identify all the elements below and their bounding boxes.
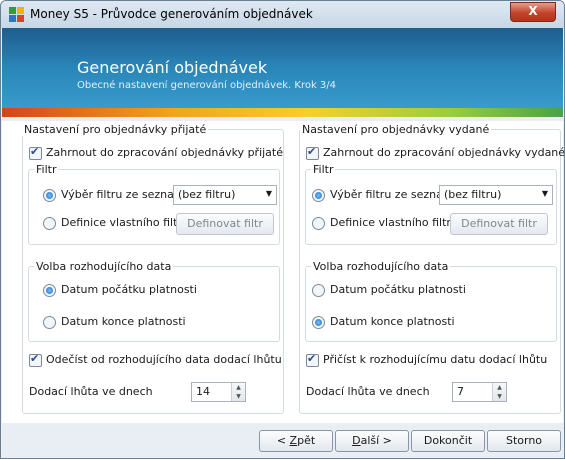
issued-date-group xyxy=(305,266,557,342)
cancel-button[interactable]: Storno xyxy=(487,430,561,452)
window-title: Money S5 - Průvodce generováním objednáv… xyxy=(30,7,313,21)
issued-date-start-radio[interactable] xyxy=(312,284,325,297)
issued-define-filter-button[interactable]: Definovat filtr xyxy=(450,213,548,235)
chevron-down-icon[interactable]: ▼ xyxy=(266,189,272,198)
issued-lead-time-value[interactable]: 7 xyxy=(457,385,464,398)
issued-lead-time-spinner[interactable]: 7 ▲ ▼ xyxy=(452,382,507,402)
issued-date-start-label[interactable]: Datum počátku platnosti xyxy=(330,283,466,296)
back-button[interactable]: < Zpět xyxy=(259,430,333,452)
money-s5-app-icon xyxy=(9,7,24,22)
received-date-start-radio[interactable] xyxy=(43,284,56,297)
received-offset-label[interactable]: Odečíst od rozhodujícího data dodací lhů… xyxy=(46,353,282,366)
include-issued-label[interactable]: Zahrnout do zpracování objednávky vydané xyxy=(323,146,564,159)
issued-offset-checkbox[interactable] xyxy=(306,352,319,367)
close-button[interactable]: X xyxy=(510,2,556,22)
received-orders-group-label: Nastavení pro objednávky přijaté xyxy=(22,123,209,136)
received-lead-time-value[interactable]: 14 xyxy=(196,385,210,398)
received-date-start-label[interactable]: Datum počátku platnosti xyxy=(61,283,197,296)
next-button[interactable]: Další > xyxy=(335,430,409,452)
issued-filter-list-radio[interactable] xyxy=(312,189,325,202)
received-filter-custom-label[interactable]: Definice vlastního filtru xyxy=(61,216,189,229)
received-filter-label: Filtr xyxy=(34,163,59,176)
include-issued-checkbox[interactable] xyxy=(306,145,319,160)
issued-offset-label[interactable]: Přičíst k rozhodujícímu datu dodací lhůt… xyxy=(323,353,547,366)
issued-date-end-radio[interactable] xyxy=(312,316,325,329)
wizard-step-subtitle: Obecné nastavení generování objednávek. … xyxy=(77,80,337,91)
spinner-arrows-icon[interactable]: ▲ ▼ xyxy=(492,383,506,401)
received-date-group-label: Volba rozhodujícího data xyxy=(34,260,174,273)
include-received-label[interactable]: Zahrnout do zpracování objednávky přijat… xyxy=(46,146,283,159)
spinner-arrows-icon[interactable]: ▲ ▼ xyxy=(231,383,245,401)
back-button-rest[interactable]: pět xyxy=(297,434,315,447)
wizard-window: Money S5 - Průvodce generováním objednáv… xyxy=(0,0,565,459)
received-date-end-label[interactable]: Datum konce platnosti xyxy=(61,315,186,328)
issued-lead-time-label: Dodací lhůta ve dnech xyxy=(306,385,430,398)
issued-filter-label: Filtr xyxy=(311,163,336,176)
received-offset-checkbox[interactable] xyxy=(29,352,42,367)
chevron-down-icon[interactable]: ▼ xyxy=(542,189,548,198)
received-date-group xyxy=(28,266,280,342)
received-filter-list-radio[interactable] xyxy=(43,189,56,202)
received-date-end-radio[interactable] xyxy=(43,316,56,329)
wizard-header: Generování objednávek Obecné nastavení g… xyxy=(2,28,563,117)
title-bar: Money S5 - Průvodce generováním objednáv… xyxy=(1,1,564,28)
next-button-rest[interactable]: alší > xyxy=(361,434,392,447)
received-lead-time-label: Dodací lhůta ve dnech xyxy=(29,385,153,398)
issued-filter-select-value[interactable]: (bez filtru) xyxy=(444,188,501,201)
received-filter-select[interactable]: (bez filtru) ▼ xyxy=(173,185,277,205)
received-filter-custom-radio[interactable] xyxy=(43,217,56,230)
received-define-filter-button[interactable]: Definovat filtr xyxy=(176,213,274,235)
wizard-content: Nastavení pro objednávky přijaté Zahrnou… xyxy=(2,121,564,423)
issued-filter-select[interactable]: (bez filtru) ▼ xyxy=(439,185,553,205)
issued-date-end-label[interactable]: Datum konce platnosti xyxy=(330,315,455,328)
next-button-accesskey[interactable]: D xyxy=(352,434,360,447)
wizard-title: Generování objednávek xyxy=(77,58,268,77)
wizard-footer: < Zpět Další > Dokončit Storno xyxy=(2,423,563,458)
include-received-checkbox[interactable] xyxy=(29,145,42,160)
issued-date-group-label: Volba rozhodujícího data xyxy=(311,260,451,273)
issued-orders-group-label: Nastavení pro objednávky vydané xyxy=(300,123,492,136)
close-icon[interactable]: X xyxy=(528,4,537,18)
finish-button[interactable]: Dokončit xyxy=(411,430,485,452)
issued-filter-custom-radio[interactable] xyxy=(312,217,325,230)
issued-filter-custom-label[interactable]: Definice vlastního filtru xyxy=(330,216,458,229)
received-lead-time-spinner[interactable]: 14 ▲ ▼ xyxy=(191,382,246,402)
received-filter-list-label[interactable]: Výběr filtru ze seznamu xyxy=(61,188,192,201)
received-filter-select-value[interactable]: (bez filtru) xyxy=(178,188,235,201)
header-color-stripe xyxy=(2,108,563,117)
back-button-accesskey[interactable]: Z xyxy=(290,434,298,447)
back-button-prefix[interactable]: < xyxy=(277,434,290,447)
